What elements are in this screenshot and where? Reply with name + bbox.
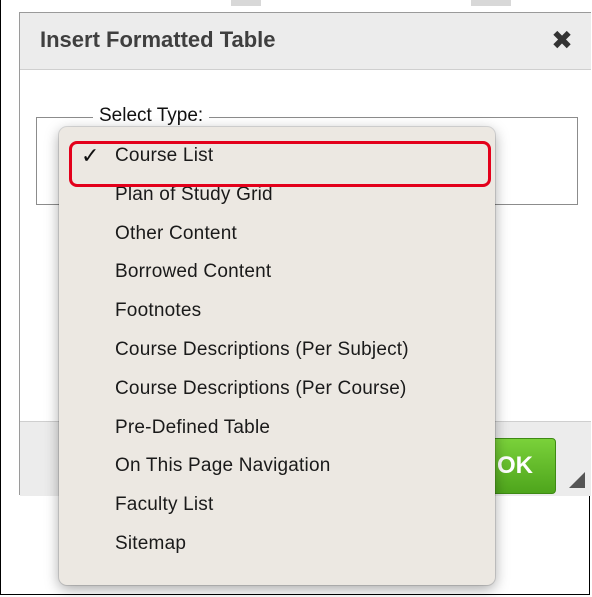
menu-item[interactable]: Course Descriptions (Per Subject) — [59, 331, 495, 370]
menu-item[interactable]: On This Page Navigation — [59, 447, 495, 486]
menu-item-label: Other Content — [115, 222, 237, 244]
top-strip — [1, 0, 592, 12]
menu-item[interactable]: Other Content — [59, 215, 495, 254]
menu-item[interactable]: Borrowed Content — [59, 253, 495, 292]
background-fragment — [231, 0, 261, 6]
menu-item-label: Faculty List — [115, 494, 214, 516]
screenshot-frame: Insert Formatted Table ✖ Select Type: OK… — [0, 0, 592, 595]
background-fragment — [471, 0, 511, 6]
select-type-menu: ✓ Course List Plan of Study Grid Other Cont… — [59, 127, 495, 564]
menu-item-label: Sitemap — [115, 532, 187, 554]
menu-item-label: Pre-Defined Table — [115, 416, 271, 438]
selection-highlight-annotation — [69, 141, 491, 187]
dialog-titlebar: Insert Formatted Table ✖ — [20, 13, 591, 70]
menu-item-label: Footnotes — [115, 300, 202, 322]
menu-item-label: Borrowed Content — [115, 261, 272, 283]
menu-item-label: Course Descriptions (Per Subject) — [115, 338, 409, 360]
menu-item[interactable]: Pre-Defined Table — [59, 409, 495, 448]
close-icon[interactable]: ✖ — [547, 25, 577, 55]
menu-item[interactable]: Sitemap — [59, 525, 495, 564]
dialog-title: Insert Formatted Table — [40, 27, 276, 52]
select-type-label: Select Type: — [93, 105, 210, 127]
menu-item[interactable]: Faculty List — [59, 486, 495, 525]
menu-item-label: Course Descriptions (Per Course) — [115, 377, 407, 399]
menu-item[interactable]: Footnotes — [59, 292, 495, 331]
menu-item-label: On This Page Navigation — [115, 455, 331, 477]
select-type-dropdown: ✓ Course List Plan of Study Grid Other Cont… — [59, 127, 495, 585]
menu-item[interactable]: Course Descriptions (Per Course) — [59, 370, 495, 409]
resize-grip-icon[interactable] — [569, 472, 585, 488]
